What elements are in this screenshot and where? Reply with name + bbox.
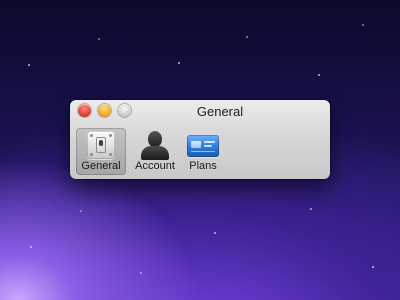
account-silhouette-icon [139, 131, 171, 161]
toolbar-item-plans[interactable]: Plans [182, 128, 224, 175]
background-star [372, 266, 374, 268]
background-star [246, 36, 248, 38]
background-star [214, 232, 216, 234]
background-star [178, 62, 180, 64]
preferences-window: General General Account Plans [70, 100, 330, 179]
window-title: General [196, 104, 244, 119]
plans-card-icon [187, 135, 219, 157]
general-switch-icon [87, 131, 115, 159]
background-star [80, 210, 82, 212]
background-star [28, 64, 30, 66]
background-star [30, 246, 32, 248]
toolbar-item-account[interactable]: Account [130, 128, 180, 175]
background-star [140, 272, 142, 274]
toolbar-item-label: Plans [189, 160, 217, 172]
toolbar-item-label: Account [135, 160, 175, 172]
toolbar-item-general[interactable]: General [76, 128, 126, 175]
background-star [310, 208, 312, 210]
title-bar[interactable]: General [70, 100, 330, 122]
background-star [362, 24, 364, 26]
background-star [98, 38, 100, 40]
toolbar-item-label: General [81, 160, 121, 172]
background-star [318, 74, 320, 76]
preferences-toolbar: General Account Plans [70, 124, 330, 179]
